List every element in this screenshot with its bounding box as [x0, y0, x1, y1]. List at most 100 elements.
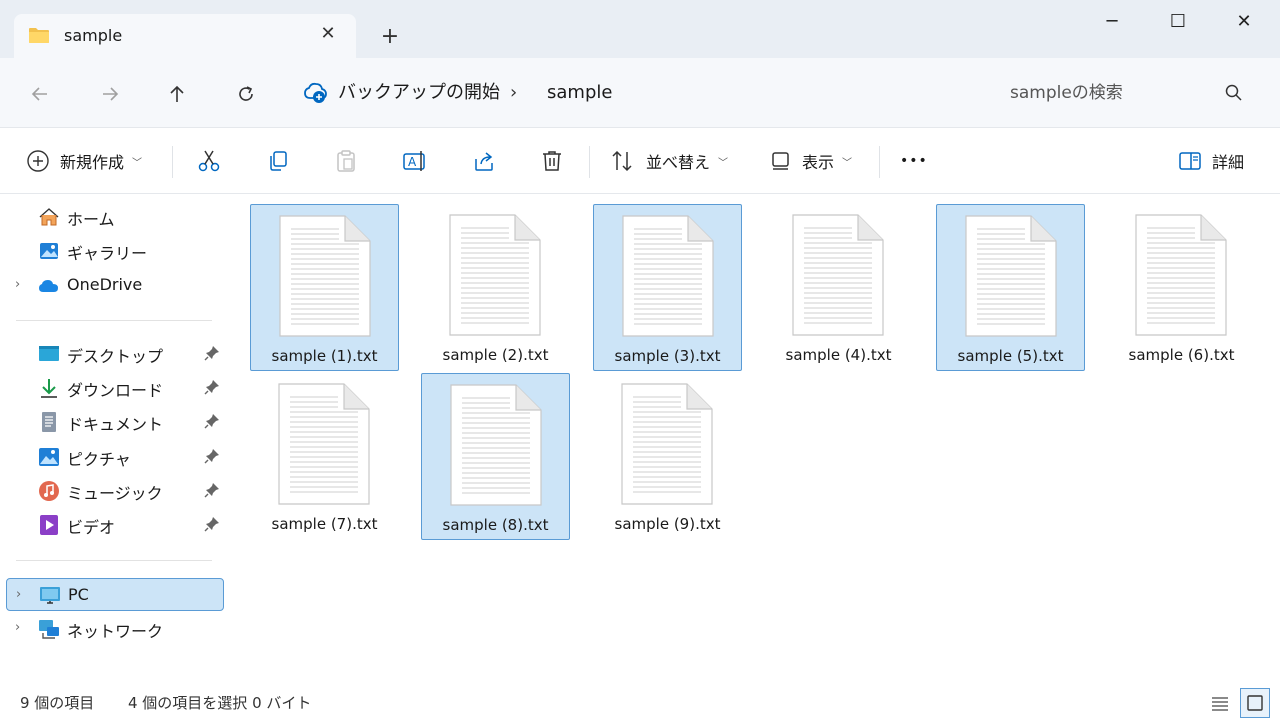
sidebar-item-label: ビデオ: [67, 518, 116, 537]
status-bar: 9 個の項目 4 個の項目を選択 0 バイト: [0, 686, 1280, 720]
paste-button[interactable]: [331, 146, 361, 176]
chevron-right-icon[interactable]: ›: [16, 587, 21, 602]
view-button[interactable]: 表示 ﹀: [770, 144, 852, 178]
command-bar: 新規作成 ﹀ A 並べ替え ﹀ 表示 ﹀ ••• 詳細: [0, 128, 1280, 194]
file-item[interactable]: sample (3).txt: [593, 204, 742, 371]
sidebar-item-label: ネットワーク: [67, 622, 164, 641]
folder-icon: [29, 28, 49, 43]
close-button[interactable]: ✕: [1226, 8, 1262, 36]
sidebar-item-network[interactable]: › ネットワーク: [6, 612, 224, 645]
sidebar-item-pc[interactable]: › PC: [6, 578, 224, 611]
videos-icon: [40, 515, 58, 535]
tiles-view-icon: [1247, 695, 1263, 711]
file-item[interactable]: sample (5).txt: [936, 204, 1085, 371]
pin-icon[interactable]: [204, 345, 220, 361]
navigation-bar: バックアップの開始 › sample: [0, 58, 1280, 128]
search-input[interactable]: [1010, 79, 1210, 107]
file-item[interactable]: sample (8).txt: [421, 373, 570, 540]
text-file-icon: [450, 384, 542, 506]
more-button[interactable]: •••: [900, 144, 928, 178]
sidebar-item-gallery[interactable]: ギャラリー: [6, 234, 224, 267]
trash-icon: [543, 151, 561, 171]
large-icons-view-button[interactable]: [1240, 688, 1270, 718]
back-button[interactable]: [24, 78, 56, 110]
sidebar-item-music[interactable]: ミュージック: [6, 474, 224, 507]
sidebar-item-label: ピクチャ: [67, 450, 131, 469]
pin-icon[interactable]: [204, 379, 220, 395]
download-icon: [41, 379, 57, 398]
details-view-button[interactable]: [1205, 688, 1235, 718]
sort-button[interactable]: 並べ替え ﹀: [610, 144, 728, 178]
search-box[interactable]: [992, 71, 1256, 115]
file-name: sample (5).txt: [957, 347, 1064, 365]
refresh-button[interactable]: [230, 78, 262, 110]
delete-button[interactable]: [537, 146, 567, 176]
file-item[interactable]: sample (1).txt: [250, 204, 399, 371]
details-pane-icon: [1179, 152, 1201, 170]
file-name: sample (9).txt: [614, 515, 721, 533]
details-button[interactable]: 詳細: [1178, 144, 1244, 178]
breadcrumb-backup[interactable]: バックアップの開始: [338, 78, 500, 110]
sort-icon: [612, 150, 632, 172]
address-bar[interactable]: バックアップの開始 › sample: [296, 70, 976, 116]
text-file-icon: [621, 383, 713, 505]
file-name: sample (8).txt: [442, 516, 549, 534]
pin-icon[interactable]: [204, 516, 220, 532]
tab-close-button[interactable]: ✕: [316, 22, 340, 46]
cut-button[interactable]: [194, 146, 224, 176]
text-file-icon: [279, 215, 371, 337]
new-tab-button[interactable]: +: [374, 22, 406, 54]
file-item[interactable]: sample (6).txt: [1107, 204, 1256, 371]
text-file-icon: [278, 383, 370, 505]
text-file-icon: [965, 215, 1057, 337]
gallery-icon: [40, 243, 58, 259]
chevron-right-icon[interactable]: ›: [15, 277, 20, 292]
sidebar-item-label: PC: [68, 585, 89, 604]
sidebar-item-downloads[interactable]: ダウンロード: [6, 371, 224, 404]
maximize-button[interactable]: ☐: [1160, 8, 1196, 36]
pin-icon[interactable]: [204, 482, 220, 498]
sidebar-item-pictures[interactable]: ピクチャ: [6, 440, 224, 473]
up-button[interactable]: [161, 78, 193, 110]
sidebar-item-label: ホーム: [67, 210, 115, 229]
backup-cloud-icon: [304, 82, 327, 103]
documents-icon: [42, 412, 56, 432]
onedrive-icon: [39, 280, 58, 292]
selection-info: 4 個の項目を選択 0 バイト: [128, 694, 312, 712]
file-item[interactable]: sample (2).txt: [421, 204, 570, 371]
breadcrumb-separator[interactable]: ›: [510, 78, 517, 110]
forward-button[interactable]: [94, 78, 126, 110]
breadcrumb-sample[interactable]: sample: [547, 78, 612, 110]
divider: [16, 560, 212, 561]
tab-sample[interactable]: sample ✕: [14, 14, 356, 60]
new-button[interactable]: 新規作成 ﹀: [26, 144, 142, 178]
sidebar-item-onedrive[interactable]: › OneDrive: [6, 269, 224, 302]
file-item[interactable]: sample (4).txt: [764, 204, 913, 371]
paste-icon: [337, 150, 355, 172]
file-name: sample (2).txt: [442, 346, 549, 364]
file-name: sample (6).txt: [1128, 346, 1235, 364]
minimize-button[interactable]: ─: [1094, 8, 1130, 36]
file-item[interactable]: sample (9).txt: [593, 373, 742, 540]
divider: [879, 146, 880, 178]
pin-icon[interactable]: [204, 413, 220, 429]
chevron-right-icon[interactable]: ›: [15, 620, 20, 635]
tab-title: sample: [64, 26, 123, 45]
sidebar-item-label: ギャラリー: [67, 244, 148, 263]
view-button-label: 表示: [802, 153, 835, 172]
sidebar-item-desktop[interactable]: デスクトップ: [6, 337, 224, 370]
share-button[interactable]: [469, 146, 499, 176]
home-icon: [39, 208, 59, 226]
text-file-icon: [449, 214, 541, 336]
sidebar-item-home[interactable]: ホーム: [6, 200, 224, 233]
sidebar-item-documents[interactable]: ドキュメント: [6, 405, 224, 438]
sidebar-item-videos[interactable]: ビデオ: [6, 508, 224, 541]
chevron-down-icon: ﹀: [132, 157, 143, 169]
chevron-down-icon: ﹀: [842, 157, 853, 169]
sidebar-item-label: ダウンロード: [67, 381, 164, 400]
file-item[interactable]: sample (7).txt: [250, 373, 399, 540]
copy-button[interactable]: [263, 146, 293, 176]
pc-icon: [40, 587, 60, 604]
rename-button[interactable]: A: [400, 146, 430, 176]
pin-icon[interactable]: [204, 448, 220, 464]
